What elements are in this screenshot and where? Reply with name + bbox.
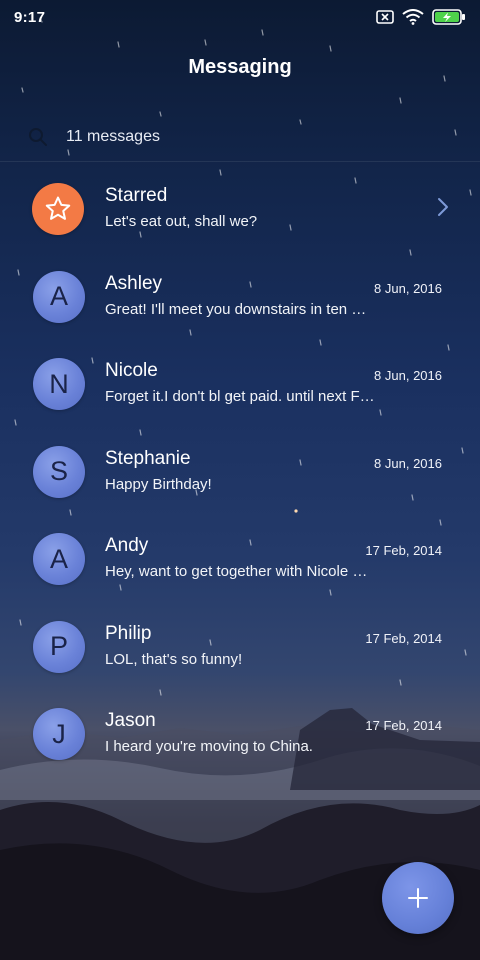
conversation-name: Philip xyxy=(105,622,152,644)
search-bar[interactable]: 11 messages xyxy=(0,112,480,162)
status-time: 9:17 xyxy=(14,8,46,26)
page-title: Messaging xyxy=(188,56,292,78)
conversation-item[interactable]: J Jason I heard you're moving to China. … xyxy=(0,690,480,778)
conversation-date: 17 Feb, 2014 xyxy=(365,543,442,558)
conversation-date: 17 Feb, 2014 xyxy=(365,718,442,733)
conversation-date: 8 Jun, 2016 xyxy=(374,455,442,471)
conversation-date: 17 Feb, 2014 xyxy=(365,630,442,646)
avatar: A xyxy=(33,270,85,323)
search-icon xyxy=(29,127,47,146)
conversation-name: Stephanie xyxy=(105,447,191,469)
conversation-preview: LOL, that's so funny! xyxy=(105,650,243,668)
conversation-list: Starred Let's eat out, shall we? A Ashle… xyxy=(0,165,480,778)
star-icon xyxy=(45,196,71,220)
avatar: J xyxy=(33,708,85,760)
chevron-right-icon xyxy=(438,198,448,216)
status-icons xyxy=(376,9,466,25)
messaging-screen: 9:17 Messaging 11 messages Starred Let's… xyxy=(0,0,480,960)
conversation-date: 8 Jun, 2016 xyxy=(374,280,442,296)
conversation-name: Andy xyxy=(105,535,149,556)
avatar: P xyxy=(33,620,85,673)
avatar: S xyxy=(33,445,85,498)
conversation-name: Ashley xyxy=(105,272,163,294)
conversation-item[interactable]: A Andy Hey, want to get together with Ni… xyxy=(0,515,480,603)
battery-charging-icon xyxy=(432,9,465,25)
sim-off-icon xyxy=(376,10,394,24)
conversation-preview: Hey, want to get together with Nicole … xyxy=(105,563,368,580)
search-label: 11 messages xyxy=(66,127,160,145)
plus-icon xyxy=(408,888,428,908)
conversation-name: Nicole xyxy=(105,360,158,381)
conversation-date: 8 Jun, 2016 xyxy=(374,368,442,383)
wifi-icon xyxy=(402,9,424,25)
conversation-item[interactable]: S Stephanie Happy Birthday! 8 Jun, 2016 xyxy=(0,428,480,516)
conversation-preview: Happy Birthday! xyxy=(105,475,212,493)
conversation-preview: I heard you're moving to China. xyxy=(105,738,313,755)
conversation-item-starred[interactable]: Starred Let's eat out, shall we? xyxy=(0,165,480,253)
conversation-name: Jason xyxy=(105,710,156,731)
new-message-button[interactable] xyxy=(382,862,454,934)
conversation-item[interactable]: P Philip LOL, that's so funny! 17 Feb, 2… xyxy=(0,603,480,691)
avatar: A xyxy=(33,533,85,585)
conversation-preview: Great! I'll meet you downstairs in ten … xyxy=(105,300,367,318)
conversation-name: Starred xyxy=(105,185,168,206)
conversation-item[interactable]: A Ashley Great! I'll meet you downstairs… xyxy=(0,253,480,341)
conversation-item[interactable]: N Nicole Forget it.I don't bl get paid. … xyxy=(0,340,480,428)
conversation-preview: Forget it.I don't bl get paid. until nex… xyxy=(105,388,375,405)
starred-avatar xyxy=(32,183,84,235)
avatar: N xyxy=(33,358,85,410)
conversation-preview: Let's eat out, shall we? xyxy=(105,213,258,230)
status-bar: 9:17 xyxy=(0,0,480,34)
